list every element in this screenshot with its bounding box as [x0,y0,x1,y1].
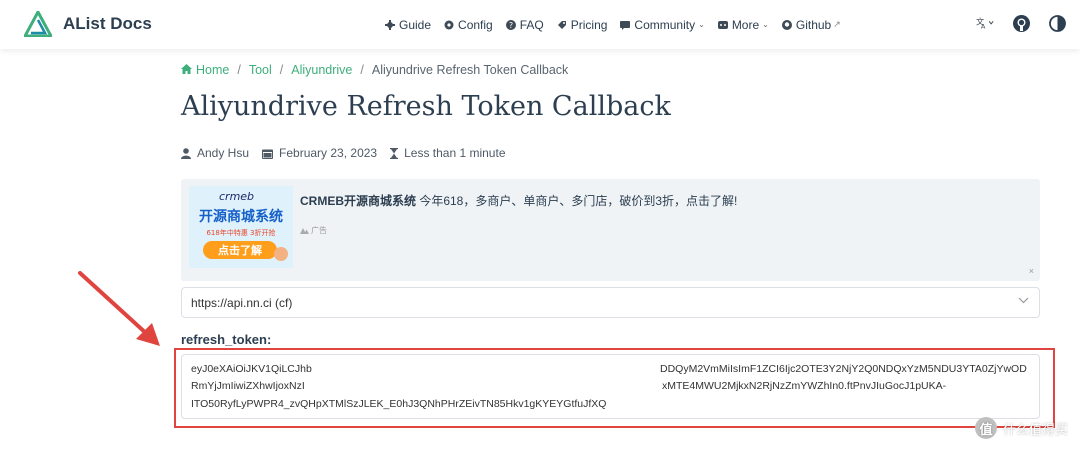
chevron-down-icon [1018,297,1029,304]
nav-faq[interactable]: ? FAQ [505,17,544,32]
nav-community[interactable]: Community ⌄ [620,17,705,32]
annotation-arrow-icon [78,271,160,346]
alist-logo-icon [24,11,52,37]
external-link-icon: ↗ [833,19,841,29]
breadcrumb-tool[interactable]: Tool [249,63,272,77]
ad-banner[interactable]: crmeb 开源商城系统 618年中特惠 3折开抢 点击了解 CRMEB开源商城… [181,179,1040,281]
github-repo-icon[interactable] [1012,14,1030,32]
breadcrumb-separator: / [279,63,284,77]
author-info: Andy Hsu [181,146,249,160]
nav-right-tools: 文 A [958,14,1066,32]
brand-link[interactable]: AList Docs [24,11,152,37]
api-endpoint-select[interactable]: https://api.nn.ci (cf) [181,287,1040,318]
breadcrumb-home[interactable]: Home [181,63,229,77]
ad-brand: CRMEB开源商城系统 [300,194,416,208]
breadcrumb-separator: / [237,63,241,77]
watermark-logo: 值 [974,417,997,439]
publish-date: February 23, 2023 [279,146,378,160]
breadcrumb-separator: / [360,63,364,77]
breadcrumb-aliyundrive[interactable]: Aliyundrive [291,63,352,77]
guide-icon [385,19,395,30]
nav-pricing[interactable]: Pricing [557,17,608,32]
ad-close-button[interactable]: × [1029,266,1034,276]
nav-config[interactable]: Config [444,18,493,32]
reading-time: Less than 1 minute [404,146,506,160]
nav-guide-label: Guide [399,17,432,32]
breadcrumb: Home / Tool / Aliyundrive / Aliyundrive … [181,63,568,77]
faq-icon: ? [505,19,516,30]
nav-links: Guide Config ? FAQ Pricing Community ⌄ M… [385,0,854,49]
theme-toggle-icon[interactable] [1048,14,1066,32]
ad-image[interactable]: crmeb 开源商城系统 618年中特惠 3折开抢 点击了解 [189,186,293,268]
config-icon [444,20,454,30]
ad-cta: 点击了解 [218,243,262,257]
calendar-icon [262,149,274,159]
svg-text:?: ? [509,21,513,30]
page-meta: Andy Hsu February 23, 2023 Less than 1 m… [181,146,519,160]
nav-guide[interactable]: Guide [385,18,431,32]
top-navbar: AList Docs Guide Config ? FAQ Pricing Co… [0,0,1080,49]
ad-mark-icon [300,228,309,234]
ad-logo-text: crmeb [219,190,254,203]
nav-github-label: Github [795,17,832,32]
date-info: February 23, 2023 [262,146,377,160]
annotation-highlight-box [174,348,1055,428]
nav-pricing-label: Pricing [570,17,608,32]
nav-more-label: More [731,17,760,32]
github-icon [781,19,792,30]
reading-time-info: Less than 1 minute [390,146,506,160]
ad-label: 广告 [300,225,327,236]
svg-text:A: A [981,23,986,31]
breadcrumb-home-label: Home [196,63,230,77]
more-icon [717,20,728,30]
breadcrumb-current: Aliyundrive Refresh Token Callback [371,63,569,77]
nav-community-label: Community [634,17,696,32]
nav-github[interactable]: Github ↗ [781,17,841,32]
site-watermark: 值 什么值得买 [974,417,1068,439]
ad-headline: 开源商城系统 [199,208,283,225]
ad-promo: 618年中特惠 3折开抢 [206,228,275,237]
page-title: Aliyundrive Refresh Token Callback [181,91,671,122]
chevron-down-icon: ⌄ [698,20,705,29]
language-switch-icon[interactable]: 文 A [976,14,994,32]
api-select-value: https://api.nn.ci (cf) [191,295,293,310]
community-icon [620,20,631,30]
user-icon [181,147,191,159]
ad-tag-text: 广告 [311,226,327,235]
ad-description: 今年618，多商户、单商户、多门店，破价到3折，点击了解! [416,194,738,208]
brand-title: AList Docs [63,14,152,33]
author-name[interactable]: Andy Hsu [197,146,249,160]
watermark-text: 什么值得买 [1002,421,1068,437]
pricing-icon [557,20,567,30]
nav-faq-label: FAQ [519,17,544,32]
hourglass-icon [390,147,399,159]
chevron-down-icon: ⌄ [762,20,769,29]
ad-copy[interactable]: CRMEB开源商城系统 今年618，多商户、单商户、多门店，破价到3折，点击了解… [300,192,737,209]
home-icon [181,64,192,74]
nav-more[interactable]: More ⌄ [717,17,769,32]
refresh-token-label: refresh_token: [181,332,272,347]
nav-config-label: Config [458,17,493,32]
